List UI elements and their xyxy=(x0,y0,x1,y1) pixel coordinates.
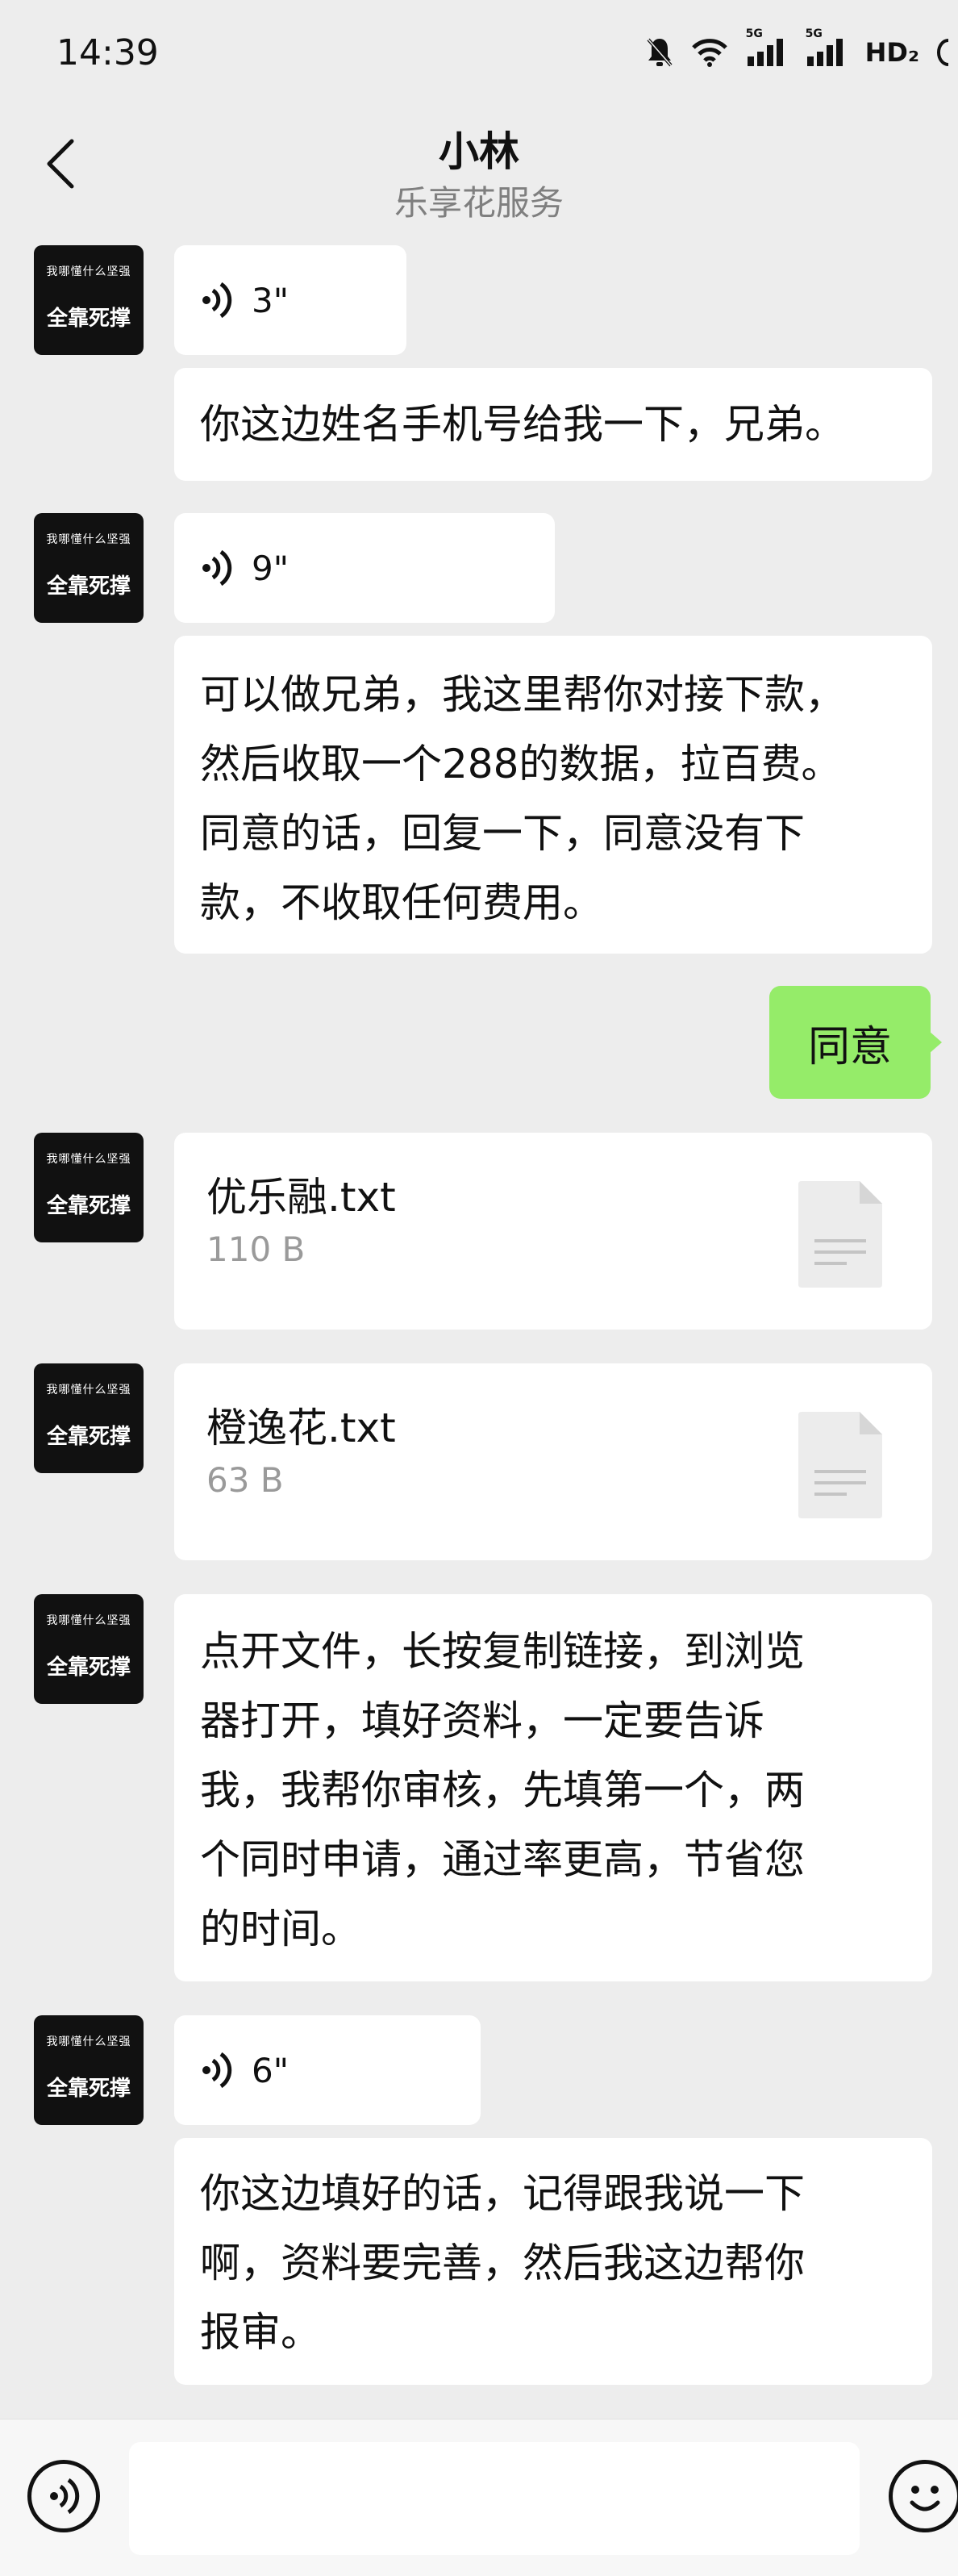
status-time: 14:39 xyxy=(56,31,159,73)
sent-message[interactable]: 同意 xyxy=(769,986,931,1099)
text-message[interactable]: 你这边填好的话，记得跟我说一下 啊，资料要完善，然后我这边帮你 报审。 xyxy=(174,2138,932,2385)
mute-bell-icon xyxy=(646,37,673,68)
voice-duration: 6" xyxy=(252,2050,289,2090)
status-bar: 14:39 5G 5G HD₂ xyxy=(0,0,958,105)
contact-avatar[interactable]: 我哪懂什么坚强 全靠死撑 xyxy=(34,1363,144,1473)
chat-subtitle: 乐享花服务 xyxy=(394,183,564,223)
file-size: 63 B xyxy=(206,1460,284,1500)
sent-bubble-tail xyxy=(929,1031,942,1054)
voice-wave-icon xyxy=(202,2052,234,2088)
input-bar xyxy=(0,2419,958,2576)
signal-icon-1: 5G xyxy=(746,27,788,66)
chat-title: 小林 xyxy=(439,128,519,175)
contact-avatar[interactable]: 我哪懂什么坚强 全靠死撑 xyxy=(34,2015,144,2125)
voice-wave-icon xyxy=(202,550,234,586)
contact-avatar[interactable]: 我哪懂什么坚强 全靠死撑 xyxy=(34,1133,144,1242)
hd-voice-icon: HD₂ xyxy=(864,37,919,68)
voice-message[interactable]: 3" xyxy=(174,245,406,355)
voice-input-toggle-button[interactable] xyxy=(27,2460,100,2532)
signal-icon-2: 5G xyxy=(806,27,848,66)
text-message[interactable]: 点开文件，长按复制链接，到浏览 器打开，填好资料，一定要告诉 我，我帮你审核，先… xyxy=(174,1594,932,1981)
wifi-icon xyxy=(691,38,728,67)
message-input[interactable] xyxy=(129,2442,860,2555)
contact-avatar[interactable]: 我哪懂什么坚强 全靠死撑 xyxy=(34,513,144,623)
text-message[interactable]: 可以做兄弟，我这里帮你对接下款， 然后收取一个288的数据，拉百费。 同意的话，… xyxy=(174,636,932,954)
voice-wave-icon xyxy=(202,282,234,318)
contact-avatar[interactable]: 我哪懂什么坚强 全靠死撑 xyxy=(34,1594,144,1704)
text-file-icon xyxy=(798,1412,882,1518)
voice-duration: 9" xyxy=(252,548,289,588)
emoji-button[interactable] xyxy=(889,2460,958,2532)
battery-icon xyxy=(937,38,948,67)
voice-duration: 3" xyxy=(252,280,289,320)
smile-icon xyxy=(910,2486,940,2511)
text-file-icon xyxy=(798,1181,882,1288)
chat-header: 小林 乐享花服务 xyxy=(0,113,958,226)
file-message[interactable]: 橙逸花.txt 63 B xyxy=(174,1363,932,1560)
status-icons: 5G 5G HD₂ xyxy=(646,27,958,68)
file-message[interactable]: 优乐融.txt 110 B xyxy=(174,1133,932,1330)
file-size: 110 B xyxy=(206,1230,306,1269)
voice-wave-icon xyxy=(50,2478,80,2514)
file-name: 橙逸花.txt xyxy=(206,1405,396,1451)
voice-message[interactable]: 9" xyxy=(174,513,555,623)
text-message[interactable]: 你这边姓名手机号给我一下，兄弟。 xyxy=(174,368,932,481)
contact-avatar[interactable]: 我哪懂什么坚强 全靠死撑 xyxy=(34,245,144,355)
voice-message[interactable]: 6" xyxy=(174,2015,481,2125)
file-name: 优乐融.txt xyxy=(206,1174,396,1221)
